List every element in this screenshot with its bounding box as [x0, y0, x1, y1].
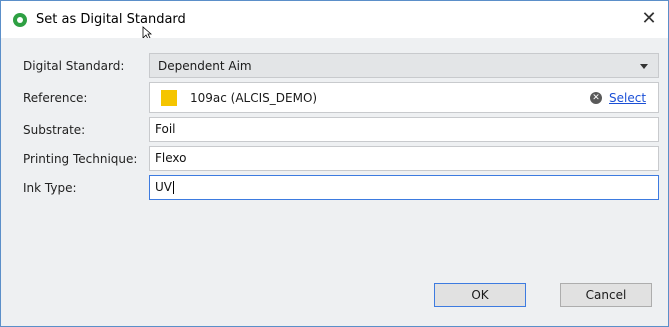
printing-technique-row: Printing Technique: Flexo [1, 145, 668, 173]
ink-type-value: UV [155, 180, 172, 194]
digital-standard-label: Digital Standard: [23, 59, 125, 73]
title-bar: Set as Digital Standard ✕ [1, 1, 668, 40]
substrate-input[interactable]: Foil [149, 117, 659, 142]
digital-standard-row: Digital Standard: Dependent Aim [1, 52, 668, 80]
reference-row: Reference: 109ac (ALCIS_DEMO) ✕ Select [1, 82, 668, 113]
substrate-row: Substrate: Foil [1, 116, 668, 144]
close-button[interactable]: ✕ [636, 7, 662, 31]
printing-technique-input[interactable]: Flexo [149, 146, 659, 171]
reference-label: Reference: [23, 91, 88, 105]
printing-technique-label: Printing Technique: [23, 152, 138, 166]
digital-standard-value: Dependent Aim [158, 59, 252, 73]
text-caret [173, 181, 174, 194]
clear-icon[interactable]: ✕ [590, 92, 602, 104]
color-swatch [161, 90, 177, 106]
ink-type-row: Ink Type: UV [1, 174, 668, 202]
dialog-window: Set as Digital Standard ✕ Digital Standa… [0, 0, 669, 327]
ink-type-label: Ink Type: [23, 181, 77, 195]
cancel-button[interactable]: Cancel [560, 283, 652, 307]
ink-type-input[interactable]: UV [149, 175, 659, 200]
substrate-label: Substrate: [23, 123, 86, 137]
select-link[interactable]: Select [609, 91, 646, 105]
dropdown-arrow-icon[interactable] [640, 64, 648, 69]
reference-value: 109ac (ALCIS_DEMO) [190, 91, 318, 105]
dialog-title: Set as Digital Standard [36, 12, 186, 27]
dialog-body: Digital Standard: Dependent Aim Referenc… [1, 38, 668, 326]
app-icon [13, 13, 27, 27]
reference-field: 109ac (ALCIS_DEMO) ✕ Select [149, 82, 659, 113]
ok-button[interactable]: OK [434, 283, 526, 307]
digital-standard-dropdown[interactable]: Dependent Aim [149, 53, 659, 78]
